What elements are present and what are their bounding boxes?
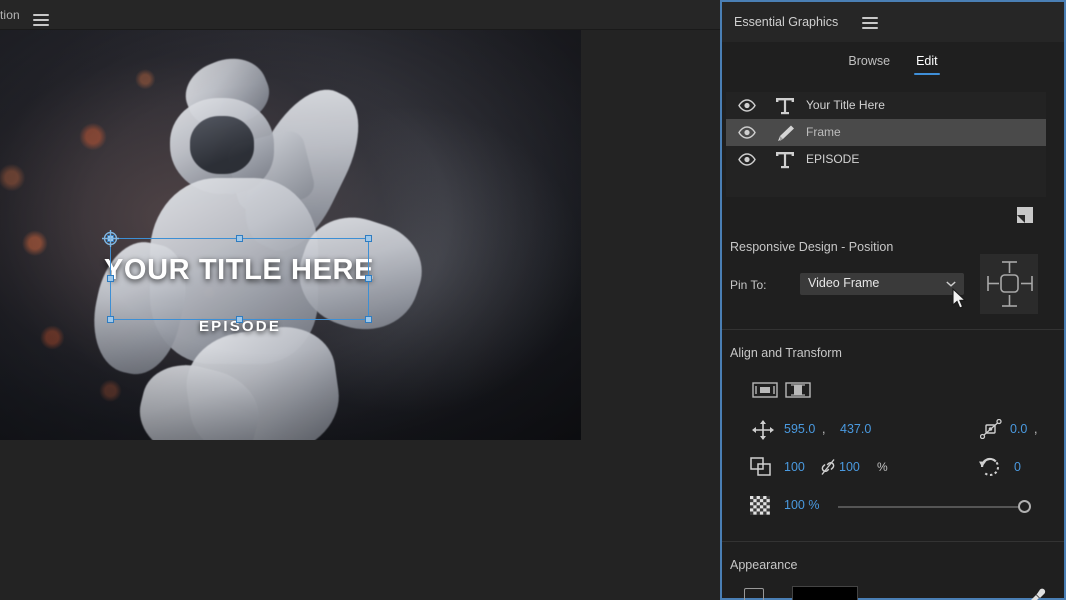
- essential-graphics-header: Essential Graphics: [722, 2, 1064, 42]
- hamburger-menu-icon[interactable]: [33, 14, 49, 26]
- text-layer-icon: [776, 98, 794, 115]
- monitor-control-bar: Full 00:00:06:00: [0, 440, 720, 600]
- scale-height-value[interactable]: 100: [839, 460, 860, 474]
- position-move-icon: [752, 420, 774, 440]
- tab-browse[interactable]: Browse: [848, 54, 890, 75]
- program-monitor-tabbar: tion: [0, 0, 720, 30]
- essential-graphics-tabs: Browse Edit: [722, 44, 1064, 80]
- program-monitor-panel: tion YOUR TITLE HERE EPISODE: [0, 0, 720, 600]
- align-and-transform-section: Align and Transform 595.0 , 437.0 0.0 , …: [722, 332, 1064, 542]
- resize-handle-bottom-left[interactable]: [107, 316, 114, 323]
- layer-name: EPISODE: [806, 152, 860, 166]
- pin-to-value: Video Frame: [808, 276, 880, 290]
- rotation-value[interactable]: 0: [1014, 460, 1021, 474]
- scale-width-value[interactable]: 100: [784, 460, 805, 474]
- resize-handle-middle-right[interactable]: [365, 275, 372, 282]
- anchor-separator: ,: [1034, 422, 1038, 436]
- eyedropper-icon[interactable]: [1028, 588, 1046, 600]
- opacity-property-row: 100 %: [722, 493, 1064, 527]
- eye-visibility-icon[interactable]: [738, 99, 756, 112]
- unlinked-chain-icon[interactable]: [820, 458, 836, 476]
- panel-title: Essential Graphics: [734, 15, 839, 29]
- position-x-value[interactable]: 595.0: [784, 422, 815, 436]
- tab-edit[interactable]: Edit: [914, 54, 940, 75]
- premiere-pro-window: tion YOUR TITLE HERE EPISODE Essential G…: [0, 0, 1066, 600]
- video-vignette: [0, 30, 581, 440]
- resize-handle-top-center[interactable]: [235, 235, 243, 242]
- appearance-title: Appearance: [730, 558, 798, 572]
- align-vertical-center-icon[interactable]: [785, 380, 811, 400]
- fill-checkbox-icon[interactable]: [744, 588, 764, 600]
- opacity-slider-track[interactable]: [838, 506, 1024, 508]
- pin-to-label: Pin To:: [730, 278, 767, 292]
- responsive-design-section: Responsive Design - Position Pin To: Vid…: [722, 230, 1064, 330]
- fill-color-swatch[interactable]: [792, 586, 858, 600]
- text-layer-icon: [776, 152, 794, 169]
- position-separator: ,: [822, 422, 826, 436]
- resize-handle-bottom-center[interactable]: [235, 316, 243, 323]
- layer-row-frame[interactable]: Frame: [726, 119, 1046, 146]
- anchor-point-icon[interactable]: [102, 230, 119, 247]
- resize-handle-middle-left[interactable]: [107, 275, 114, 282]
- chevron-down-icon: [946, 281, 956, 287]
- appearance-section: Appearance: [722, 544, 1064, 600]
- pin-edges-widget-icon[interactable]: [980, 254, 1038, 314]
- eye-visibility-icon[interactable]: [738, 153, 756, 166]
- program-video-frame[interactable]: YOUR TITLE HERE EPISODE: [0, 30, 581, 440]
- opacity-slider-knob[interactable]: [1018, 500, 1031, 513]
- opacity-value[interactable]: 100 %: [784, 498, 819, 512]
- layer-row-episode[interactable]: EPISODE: [726, 146, 1046, 173]
- eye-visibility-icon[interactable]: [738, 126, 756, 139]
- align-horizontal-center-icon[interactable]: [752, 380, 778, 400]
- responsive-design-title: Responsive Design - Position: [730, 240, 894, 254]
- essential-graphics-panel: Essential Graphics Browse Edit Your Titl…: [720, 0, 1066, 600]
- position-y-value[interactable]: 437.0: [840, 422, 871, 436]
- anchor-x-value[interactable]: 0.0: [1010, 422, 1027, 436]
- layer-name: Your Title Here: [806, 98, 885, 112]
- anchor-point-icon: [980, 419, 1002, 439]
- rotation-icon: [979, 457, 999, 476]
- align-and-transform-title: Align and Transform: [730, 346, 842, 360]
- shape-layer-icon: [778, 125, 794, 141]
- graphic-layer-list: Your Title Here Frame EPISODE: [726, 92, 1046, 197]
- program-monitor-tab[interactable]: tion: [0, 8, 20, 22]
- position-property-row: 595.0 , 437.0 0.0 ,: [722, 417, 1064, 451]
- scale-property-row: 100 100 % 0: [722, 455, 1064, 489]
- layer-name: Frame: [806, 125, 841, 139]
- opacity-checker-icon: [750, 496, 770, 515]
- layer-row-your-title-here[interactable]: Your Title Here: [726, 92, 1046, 119]
- scale-icon: [750, 457, 771, 476]
- selection-bounding-box[interactable]: [107, 235, 372, 323]
- resize-handle-top-right[interactable]: [365, 235, 372, 242]
- pin-to-dropdown[interactable]: Video Frame: [800, 273, 964, 295]
- scale-unit-label: %: [877, 460, 888, 474]
- hamburger-menu-icon[interactable]: [862, 17, 878, 29]
- resize-handle-bottom-right[interactable]: [365, 316, 372, 323]
- new-layer-icon[interactable]: [1016, 206, 1034, 224]
